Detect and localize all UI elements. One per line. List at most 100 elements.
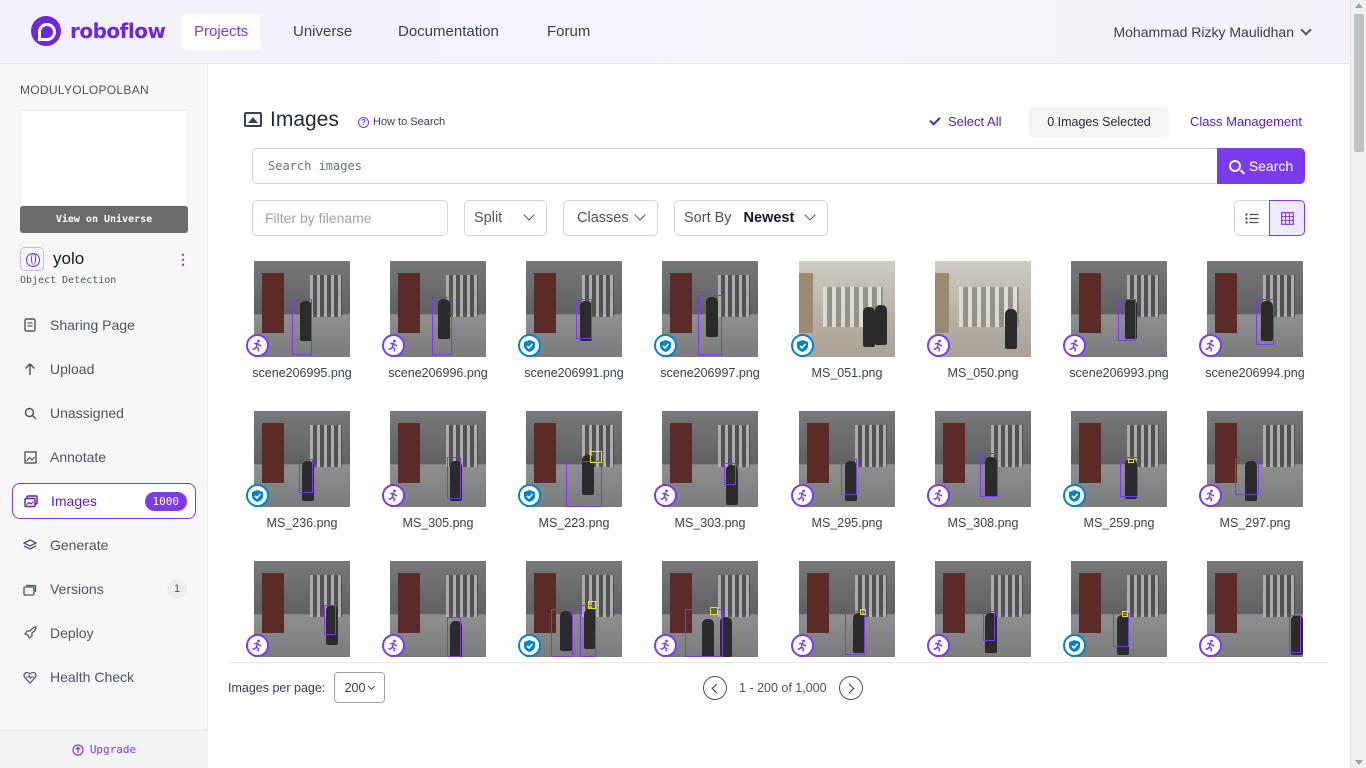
image-filename: scene206996.png xyxy=(388,366,488,380)
upgrade-button[interactable]: Upgrade xyxy=(0,730,208,768)
page-scrollbar[interactable] xyxy=(1350,0,1366,768)
chevron-down-icon xyxy=(1300,24,1312,36)
annotation-box xyxy=(980,453,998,497)
annotating-runner-icon xyxy=(246,334,269,357)
previous-page-button[interactable] xyxy=(703,676,727,700)
image-card[interactable]: MS_259.png xyxy=(1045,402,1181,532)
workspace-name[interactable]: MODULYOLOPOLBAN xyxy=(20,83,149,97)
approved-shield-icon xyxy=(518,634,541,657)
image-card[interactable] xyxy=(773,552,909,662)
globe-icon xyxy=(20,247,44,271)
upgrade-label: Upgrade xyxy=(89,743,137,756)
class-management-link[interactable]: Class Management xyxy=(1190,114,1302,129)
annotating-runner-icon xyxy=(927,334,950,357)
scroll-down-arrow-icon[interactable] xyxy=(1355,760,1363,765)
image-card[interactable]: MS_303.png xyxy=(636,402,772,532)
approved-shield-icon xyxy=(791,334,814,357)
roboflow-logo[interactable]: roboflow xyxy=(31,16,166,46)
annotating-runner-icon xyxy=(382,484,405,507)
image-card[interactable] xyxy=(909,552,1045,662)
scene-background xyxy=(310,275,342,317)
annotation-box xyxy=(1118,299,1136,341)
nav-documentation[interactable]: Documentation xyxy=(386,14,511,50)
sidebar-item-images[interactable]: Images 1000 xyxy=(12,483,196,519)
annotation-box xyxy=(292,299,312,355)
filter-by-filename-input[interactable] xyxy=(252,200,448,236)
image-card[interactable] xyxy=(364,552,500,662)
images-per-page-label: Images per page: xyxy=(228,681,326,695)
user-menu[interactable]: Mohammad Rizky Maulidhan xyxy=(1113,14,1312,50)
image-card[interactable]: MS_295.png xyxy=(773,402,909,532)
image-filename: MS_297.png xyxy=(1219,516,1291,530)
image-filename: scene206991.png xyxy=(524,366,624,380)
grid-view-toggle[interactable] xyxy=(1269,200,1305,236)
image-card[interactable]: MS_236.png xyxy=(228,402,364,532)
annotating-runner-icon xyxy=(382,634,405,657)
scene-person xyxy=(1005,309,1017,349)
annotation-box xyxy=(1113,613,1129,647)
scene-background xyxy=(1079,273,1101,333)
scene-background xyxy=(935,273,949,333)
nav-forum[interactable]: Forum xyxy=(535,14,602,50)
select-all-button[interactable]: Select All xyxy=(929,113,1001,129)
search-images-input[interactable] xyxy=(252,148,1218,184)
sidebar-item-sharing-page[interactable]: Sharing Page xyxy=(12,307,196,343)
classes-dropdown[interactable]: Classes xyxy=(563,200,658,236)
image-card[interactable]: MS_051.png xyxy=(773,252,909,382)
scene-background xyxy=(855,425,887,467)
image-card[interactable]: MS_050.png xyxy=(909,252,1045,382)
annotation-box xyxy=(1128,459,1134,463)
image-card[interactable]: MS_305.png xyxy=(364,402,500,532)
more-options-icon[interactable]: ⋮ xyxy=(176,252,190,266)
image-card[interactable] xyxy=(636,552,772,662)
image-card[interactable] xyxy=(1045,552,1181,662)
image-card[interactable]: MS_297.png xyxy=(1181,402,1317,532)
image-card[interactable]: scene206991.png xyxy=(500,252,636,382)
image-card[interactable] xyxy=(228,552,364,662)
search-button[interactable]: Search xyxy=(1217,148,1305,184)
sort-by-label: Sort By xyxy=(684,210,732,226)
image-card[interactable]: scene206995.png xyxy=(228,252,364,382)
image-card[interactable] xyxy=(1181,552,1317,662)
annotation-box xyxy=(698,295,722,355)
question-circle-icon: ? xyxy=(358,116,369,128)
sidebar-item-generate[interactable]: Generate xyxy=(12,527,196,563)
image-card[interactable]: scene206997.png xyxy=(636,252,772,382)
split-dropdown[interactable]: Split xyxy=(464,200,547,236)
next-page-button[interactable] xyxy=(839,676,863,700)
sidebar-item-versions[interactable]: Versions 1 xyxy=(12,571,196,607)
image-filename: MS_223.png xyxy=(538,516,610,530)
annotation-box xyxy=(566,461,602,507)
image-card[interactable]: MS_308.png xyxy=(909,402,1045,532)
view-on-universe-button[interactable]: View on Universe xyxy=(20,206,188,233)
image-card[interactable]: MS_223.png xyxy=(500,402,636,532)
scroll-up-arrow-icon[interactable] xyxy=(1355,3,1363,8)
image-card[interactable]: scene206996.png xyxy=(364,252,500,382)
sidebar-item-unassigned[interactable]: Unassigned xyxy=(12,395,196,431)
image-card[interactable]: scene206994.png xyxy=(1181,252,1317,382)
annotating-runner-icon xyxy=(654,634,677,657)
sidebar-item-label: Sharing Page xyxy=(50,317,135,333)
annotation-box xyxy=(1289,615,1301,653)
approved-shield-icon xyxy=(654,334,677,357)
image-card[interactable] xyxy=(500,552,636,662)
scene-background xyxy=(1127,575,1159,617)
image-card[interactable]: scene206993.png xyxy=(1045,252,1181,382)
sidebar-item-deploy[interactable]: Deploy xyxy=(12,615,196,651)
scene-person xyxy=(863,307,875,347)
scrollbar-thumb[interactable] xyxy=(1354,14,1364,152)
scene-background xyxy=(310,425,342,467)
sidebar-item-health-check[interactable]: Health Check xyxy=(12,659,196,695)
scene-background xyxy=(943,423,965,483)
sidebar-item-annotate[interactable]: Annotate xyxy=(12,439,196,475)
how-to-search-link[interactable]: ? How to Search xyxy=(358,116,445,128)
sort-by-dropdown[interactable]: Sort By Newest xyxy=(674,200,828,236)
nav-universe[interactable]: Universe xyxy=(281,14,364,50)
sidebar-item-upload[interactable]: Upload xyxy=(12,351,196,387)
approved-shield-icon xyxy=(1063,634,1086,657)
list-view-toggle[interactable] xyxy=(1234,200,1270,236)
nav-projects[interactable]: Projects xyxy=(182,14,261,50)
images-per-page-select[interactable]: 200 xyxy=(334,672,385,703)
chevron-down-icon xyxy=(368,682,376,690)
search-icon xyxy=(1228,160,1241,172)
